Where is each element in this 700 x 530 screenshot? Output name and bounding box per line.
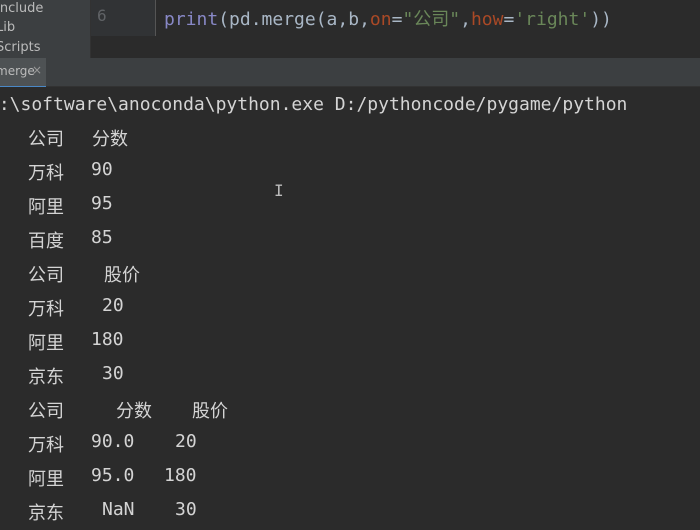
header-score: 分数 — [116, 401, 152, 422]
row-index: 0 — [0, 431, 1, 452]
line-number: 6 — [97, 6, 107, 25]
editor-area: Include Lib Scripts 6 print(pd.merge(a,b… — [0, 0, 700, 58]
editor-bottom-space — [91, 36, 700, 58]
header-company: 公司 — [28, 265, 64, 286]
row-company: 阿里 — [28, 333, 64, 354]
table-row: 2 京东 30 — [0, 363, 700, 397]
table-row: 2 百度 85 — [0, 227, 700, 261]
row-price: 180 — [91, 329, 124, 350]
table1-header: 公司 分数 — [0, 125, 700, 159]
row-index: 2 — [0, 363, 1, 384]
row-score: 95.0 — [91, 465, 135, 486]
code-kwarg-how: how — [470, 9, 504, 30]
row-company: 阿里 — [28, 469, 64, 490]
code-line[interactable]: print(pd.merge(a,b,on="公司",how='right')) — [164, 5, 612, 31]
row-index: 0 — [0, 295, 1, 316]
header-price: 股价 — [192, 401, 228, 422]
row-index: 1 — [0, 193, 1, 214]
row-company: 万科 — [28, 435, 64, 456]
run-tab[interactable]: merge × — [0, 58, 46, 88]
header-price: 股价 — [104, 265, 140, 286]
header-company: 公司 — [28, 401, 64, 422]
row-company: 京东 — [28, 367, 64, 388]
code-close: )) — [590, 9, 612, 30]
close-icon[interactable]: × — [32, 63, 42, 77]
command-line: D:\software\anoconda\python.exe D:/pytho… — [0, 94, 628, 115]
row-price: 20 — [102, 295, 124, 316]
row-score: 90 — [91, 159, 113, 180]
row-price: 20 — [175, 431, 197, 452]
row-company: 万科 — [28, 299, 64, 320]
code-call: (pd.merge(a,b, — [218, 9, 370, 30]
table3-header: 公司 分数 股价 — [0, 397, 700, 431]
header-score: 分数 — [92, 129, 128, 150]
row-score: 85 — [91, 227, 113, 248]
table-row: 0 万科 20 — [0, 295, 700, 329]
table-row: 2 京东 NaN 30 — [0, 499, 700, 530]
code-equals: = — [391, 9, 403, 30]
row-index: 2 — [0, 499, 1, 520]
code-equals: = — [503, 9, 515, 30]
row-company: 阿里 — [28, 197, 64, 218]
code-string-on: "公司" — [402, 9, 461, 30]
code-kwarg-on: on — [369, 9, 392, 30]
row-score: 90.0 — [91, 431, 135, 452]
tree-item-lib[interactable]: Lib — [0, 20, 15, 35]
row-score: 95 — [91, 193, 113, 214]
text-cursor-icon: I — [274, 181, 284, 200]
table-row: 1 阿里 180 — [0, 329, 700, 363]
row-index: 0 — [0, 159, 1, 180]
run-tab-label: merge — [0, 64, 35, 78]
tree-item-include[interactable]: Include — [0, 1, 43, 16]
table-row: 1 阿里 95.0 180 — [0, 465, 700, 499]
row-score: NaN — [102, 499, 135, 520]
project-tree: Include Lib Scripts — [0, 0, 91, 58]
code-string-how: 'right' — [514, 9, 591, 30]
code-function: print — [164, 9, 219, 30]
row-price: 30 — [102, 363, 124, 384]
run-tab-bar: merge × — [0, 58, 700, 88]
table-row: 0 万科 90.0 20 — [0, 431, 700, 465]
run-console[interactable]: D:\software\anoconda\python.exe D:/pytho… — [0, 87, 700, 530]
code-comma: , — [460, 9, 471, 30]
row-index: 2 — [0, 227, 1, 248]
tree-item-scripts[interactable]: Scripts — [0, 40, 40, 55]
row-index: 1 — [0, 329, 1, 350]
table-row: 1 阿里 95 — [0, 193, 700, 227]
row-price: 30 — [175, 499, 197, 520]
table-row: 0 万科 90 — [0, 159, 700, 193]
header-company: 公司 — [28, 129, 64, 150]
row-price: 180 — [164, 465, 197, 486]
table2-header: 公司 股价 — [0, 261, 700, 295]
row-index: 1 — [0, 465, 1, 486]
row-company: 京东 — [28, 503, 64, 524]
row-company: 万科 — [28, 163, 64, 184]
row-company: 百度 — [28, 231, 64, 252]
